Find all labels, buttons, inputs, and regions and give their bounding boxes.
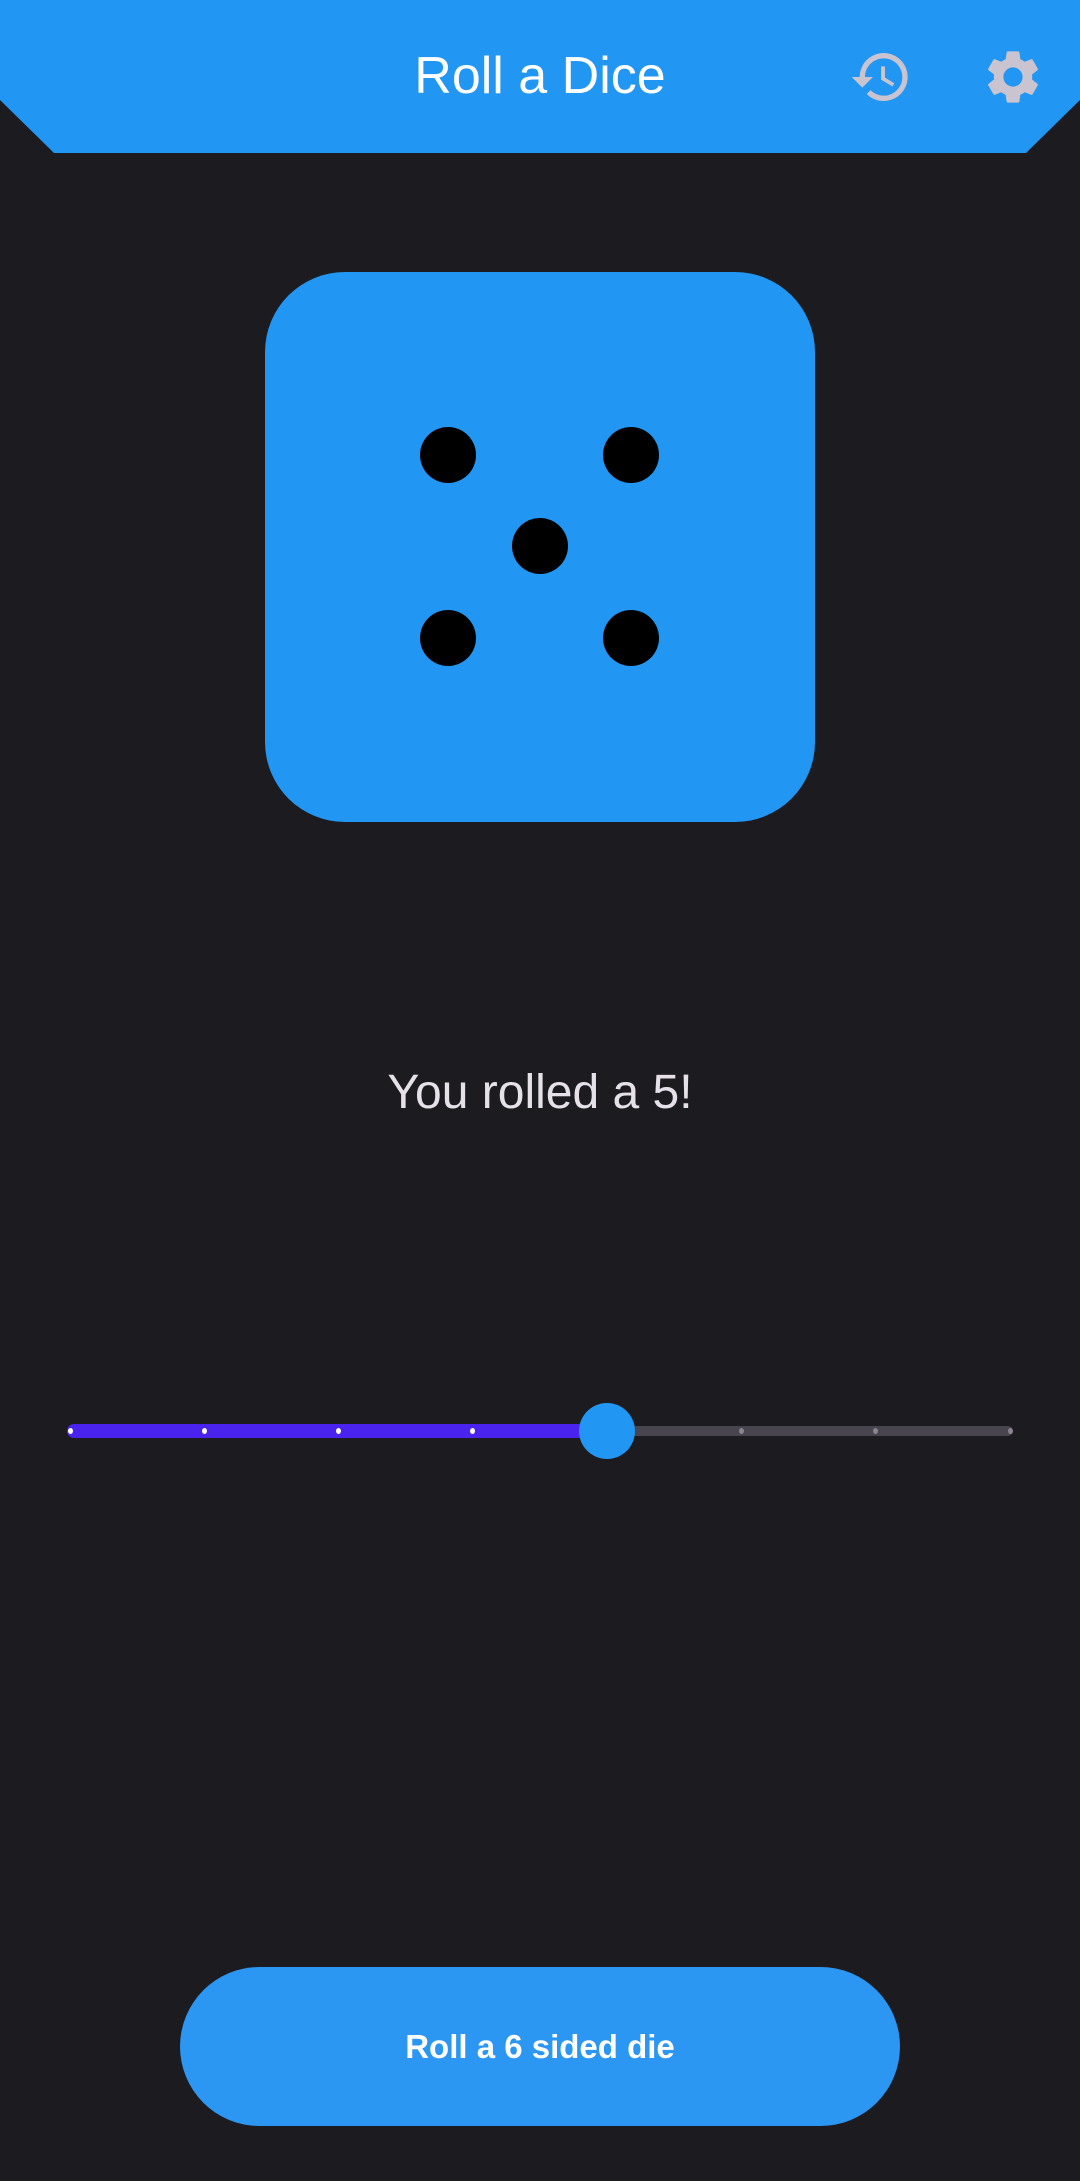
roll-button[interactable]: Roll a 6 sided die bbox=[180, 1967, 900, 2126]
history-icon bbox=[851, 53, 908, 102]
slider-tick bbox=[1007, 1428, 1013, 1434]
settings-button[interactable] bbox=[980, 44, 1046, 110]
result-text: You rolled a 5! bbox=[387, 1066, 693, 1119]
slider-thumb[interactable] bbox=[579, 1403, 636, 1459]
app-bar: Roll a Dice bbox=[0, 0, 1080, 153]
die-pip bbox=[603, 427, 659, 483]
app-title: Roll a Dice bbox=[414, 47, 666, 105]
die-pip bbox=[420, 610, 476, 666]
slider-tick bbox=[738, 1428, 744, 1434]
slider-tick bbox=[67, 1428, 73, 1434]
settings-gear-icon bbox=[988, 51, 1038, 103]
slider-tick bbox=[201, 1428, 207, 1434]
die-pip bbox=[512, 518, 568, 574]
die-pip bbox=[603, 610, 659, 666]
sides-slider[interactable] bbox=[60, 1401, 1020, 1461]
die-pip bbox=[420, 427, 476, 483]
die-face[interactable] bbox=[265, 272, 815, 822]
history-button[interactable] bbox=[848, 44, 914, 110]
